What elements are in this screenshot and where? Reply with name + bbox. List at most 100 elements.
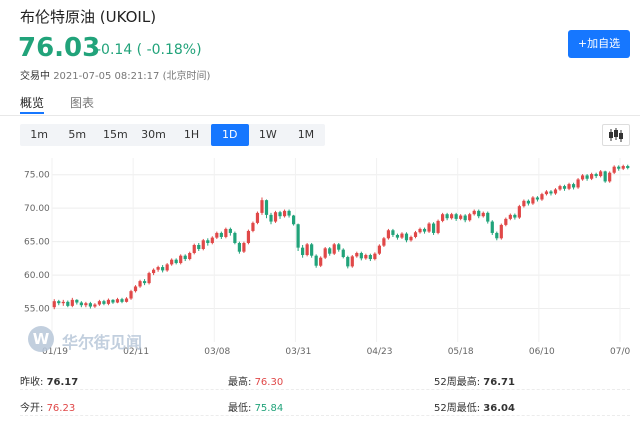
candle-body <box>472 210 476 215</box>
candle-body <box>553 189 558 194</box>
candle-body <box>608 172 612 182</box>
candle-body <box>603 171 607 182</box>
page-title: 布伦特原油 (UKOIL) <box>20 8 157 26</box>
candle-body <box>93 304 97 307</box>
candle-body <box>441 214 445 221</box>
stat-high: 最高: 76.30 <box>228 373 283 388</box>
candle-body <box>337 244 341 250</box>
stat-low: 最低: 75.84 <box>228 399 283 414</box>
candle-body <box>549 191 553 194</box>
candle-body <box>75 299 79 303</box>
candle-body <box>355 253 359 257</box>
stat-value: 76.30 <box>254 377 284 388</box>
candle-body <box>621 166 625 169</box>
candle-body <box>368 255 372 260</box>
candle-body <box>450 214 454 219</box>
timeframe-1d[interactable]: 1D <box>210 124 249 146</box>
candle-body <box>585 175 589 179</box>
candle-body <box>120 299 124 302</box>
candle-body <box>328 248 332 254</box>
candle-body <box>576 179 580 188</box>
x-tick-label: 04/23 <box>367 347 393 357</box>
y-tick-label: 55.00 <box>24 305 50 315</box>
candle-body <box>174 259 178 264</box>
stat-52w-low: 52周最低: 36.04 <box>434 399 515 414</box>
candle-body <box>594 174 598 177</box>
add-watchlist-button[interactable]: +加自选 <box>568 30 630 58</box>
candle-body <box>84 303 88 306</box>
watermark-text: 华尔街见闻 <box>62 333 143 352</box>
y-tick-label: 65.00 <box>24 238 50 248</box>
tab-overview[interactable]: 概览 <box>20 94 44 111</box>
candle-body <box>305 244 309 256</box>
candle-body <box>138 281 142 287</box>
timeframe-1mo[interactable]: 1M <box>287 124 325 146</box>
candle-body <box>179 255 183 264</box>
candle-body <box>626 166 630 169</box>
candle-body <box>210 237 214 243</box>
stat-label: 最低: <box>228 403 252 414</box>
tab-bar: 概览 图表 <box>0 90 640 116</box>
candle-body <box>346 257 350 267</box>
candle-body <box>106 299 111 304</box>
candle-body <box>192 244 196 254</box>
timeframe-30m[interactable]: 30m <box>134 124 172 146</box>
candle-body <box>66 301 70 306</box>
candle-body <box>52 301 56 308</box>
candle-body <box>88 303 92 307</box>
candle-body <box>517 206 521 218</box>
stat-value: 36.04 <box>483 403 515 414</box>
candle-body <box>319 257 323 266</box>
y-tick-label: 60.00 <box>24 271 50 281</box>
timestamp: 2021-07-05 08:21:17 (北京时间) <box>53 71 211 82</box>
candle-body <box>571 184 576 188</box>
candle-body <box>540 194 544 200</box>
candle-body <box>228 228 232 233</box>
candle-body <box>246 230 251 243</box>
timeframe-1h[interactable]: 1H <box>173 124 211 146</box>
candle-body <box>133 286 138 292</box>
stat-value: 76.17 <box>46 377 79 388</box>
candle-body <box>341 249 345 258</box>
candle-body <box>562 186 567 189</box>
candle-body <box>206 240 210 243</box>
candle-body <box>486 212 490 222</box>
timeframe-1m[interactable]: 1m <box>20 124 58 146</box>
candle-body <box>70 299 74 306</box>
stat-label: 昨收: <box>20 377 44 388</box>
candle-body <box>531 197 535 204</box>
candle-body <box>418 228 422 233</box>
candle-body <box>57 301 61 304</box>
candle-body <box>590 174 594 179</box>
candle-body <box>260 200 264 213</box>
y-tick-label: 75.00 <box>24 171 50 181</box>
last-price: 76.03 <box>18 33 101 63</box>
candle-body <box>197 244 201 249</box>
candle-body <box>612 166 616 173</box>
stat-label: 52周最高: <box>434 377 481 388</box>
timeframe-5m[interactable]: 5m <box>58 124 96 146</box>
chart-type-button[interactable] <box>602 124 630 146</box>
candle-body <box>147 273 151 284</box>
timeframe-15m[interactable]: 15m <box>96 124 134 146</box>
candle-body <box>233 232 237 243</box>
candle-body <box>391 230 395 235</box>
stat-label: 52周最低: <box>434 403 481 414</box>
candle-body <box>495 232 499 239</box>
candle-body <box>255 212 260 223</box>
status-label: 交易中 <box>20 71 50 82</box>
candle-body <box>436 220 440 233</box>
candle-body <box>386 230 391 239</box>
tab-chart[interactable]: 图表 <box>70 94 94 111</box>
timeframe-1w[interactable]: 1W <box>249 124 287 146</box>
candle-body <box>535 197 540 200</box>
candle-body <box>219 232 223 237</box>
candle-body <box>404 233 409 241</box>
price-change: -0.14 ( -0.18%) <box>96 42 202 58</box>
candle-body <box>79 302 83 306</box>
candle-body <box>459 215 463 219</box>
x-tick-label: 03/08 <box>204 347 230 357</box>
candle-body <box>468 214 472 221</box>
candle-body <box>427 223 431 232</box>
candle-body <box>142 281 147 284</box>
